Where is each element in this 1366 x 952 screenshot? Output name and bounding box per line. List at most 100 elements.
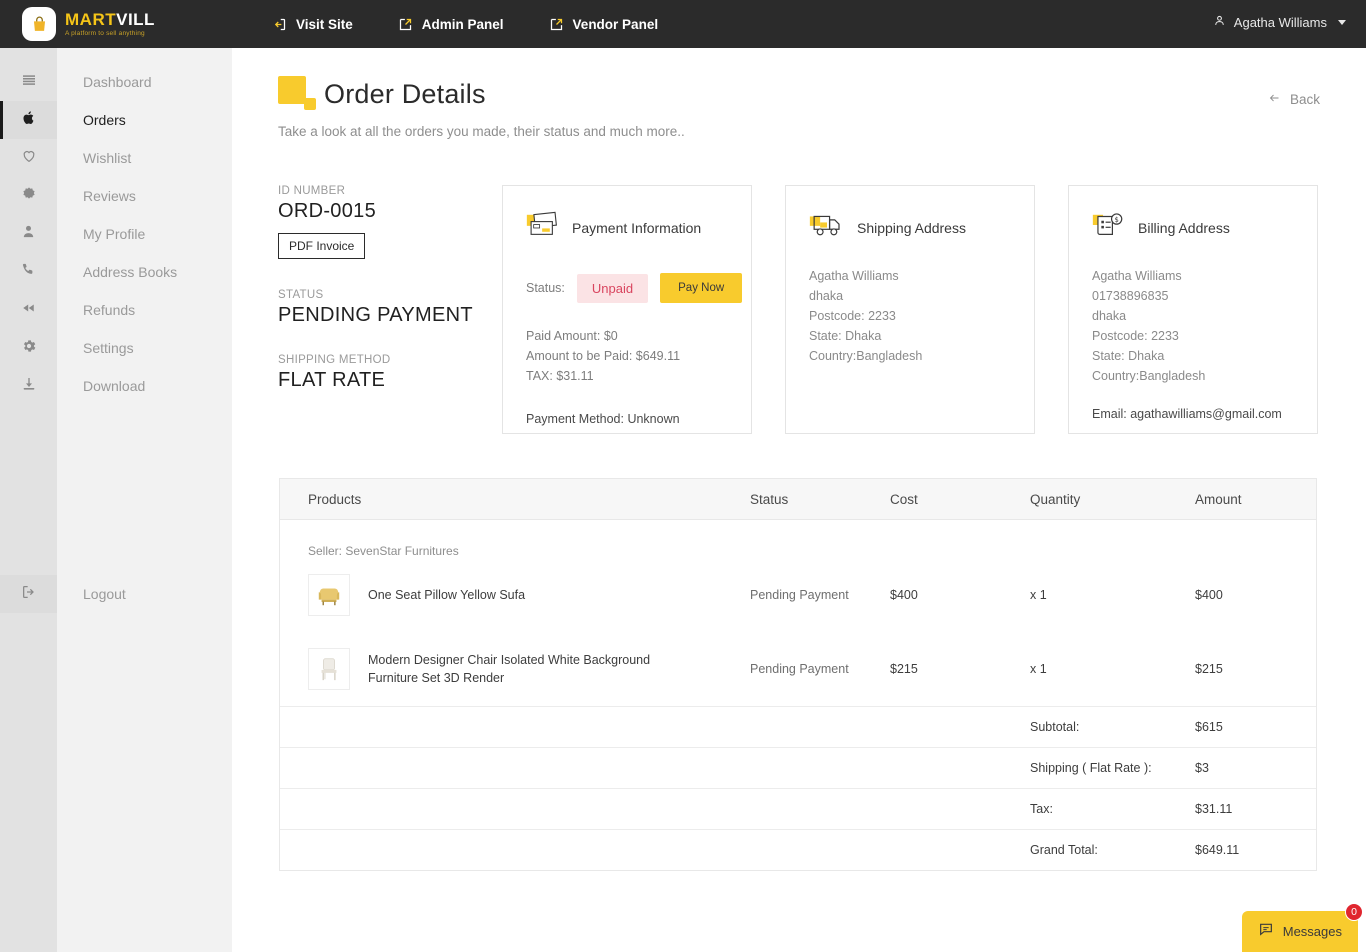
sidebar-item-download[interactable]: Download [57, 367, 232, 405]
pdf-invoice-button[interactable]: PDF Invoice [278, 233, 366, 259]
brand-tagline: A platform to sell anything [65, 29, 145, 37]
sidebar-item-wishlist[interactable]: Wishlist [57, 139, 232, 177]
main-content: Order Details Take a look at all the ord… [232, 48, 1366, 952]
sidebar-item-label: Download [83, 378, 146, 394]
payment-method: Payment Method: Unknown [526, 412, 680, 426]
amount-to-be-paid: Amount to be Paid: $649.11 [526, 349, 681, 363]
column-header-cost: Cost [890, 491, 918, 507]
white-chair-thumbnail [308, 648, 350, 690]
total-label: Subtotal: [1030, 720, 1080, 734]
nav-visit-site-label: Visit Site [296, 16, 353, 32]
sidebar-icon-address-books[interactable] [0, 253, 57, 291]
payment-status-badge: Unpaid [576, 273, 649, 303]
order-id-value: ORD-0015 [278, 200, 376, 222]
billing-line: Country:Bangladesh [1092, 369, 1206, 383]
nav-visit-site[interactable]: Visit Site [272, 17, 353, 32]
phone-icon [21, 262, 36, 282]
sidebar-item-dashboard[interactable]: Dashboard [57, 63, 232, 101]
list-lines-icon [21, 72, 37, 93]
sidebar-item-my-profile[interactable]: My Profile [57, 215, 232, 253]
sidebar-item-refunds[interactable]: Refunds [57, 291, 232, 329]
nav-admin-panel[interactable]: Admin Panel [398, 17, 504, 32]
sidebar-item-label: Dashboard [83, 74, 152, 90]
table-row[interactable]: One Seat Pillow Yellow Sufa Pending Paym… [280, 558, 1316, 632]
sidebar-icon-wishlist[interactable] [0, 139, 57, 177]
sidebar-item-label: Orders [83, 112, 126, 128]
tax-amount: TAX: $31.11 [526, 369, 594, 383]
total-value: $649.11 [1195, 843, 1240, 857]
sidebar-icon-my-profile[interactable] [0, 215, 57, 253]
shipping-line: Agatha Williams [809, 269, 899, 283]
logout-icon [21, 584, 37, 605]
column-header-amount: Amount [1195, 491, 1242, 507]
nav-admin-panel-label: Admin Panel [421, 16, 504, 32]
shipping-address-lines: Agatha Williams dhaka Postcode: 2233 Sta… [786, 244, 1034, 366]
pay-now-button[interactable]: Pay Now [660, 273, 743, 303]
user-menu[interactable]: Agatha Williams [1213, 14, 1346, 30]
sidebar-icon-reviews[interactable] [0, 177, 57, 215]
seller-label: Seller: SevenStar Furnitures [308, 544, 459, 558]
order-status-value: PENDING PAYMENT [278, 304, 473, 326]
product-name: One Seat Pillow Yellow Sufa [368, 588, 526, 602]
sidebar-item-label: Settings [83, 340, 134, 356]
sidebar-item-reviews[interactable]: Reviews [57, 177, 232, 215]
sidebar-item-label: My Profile [83, 226, 146, 242]
nav-vendor-panel[interactable]: Vendor Panel [549, 16, 659, 32]
page-header: Order Details Take a look at all the ord… [278, 76, 685, 139]
person-icon [1213, 14, 1226, 30]
back-button[interactable]: Back [1267, 92, 1320, 107]
back-button-label: Back [1289, 92, 1320, 107]
payment-information-card: Payment Information Status: Unpaid Pay N… [502, 185, 752, 434]
order-meta: ID NUMBER ORD-0015 PDF Invoice STATUS PE… [278, 185, 478, 392]
sidebar-item-label: Logout [83, 586, 126, 602]
user-menu-name: Agatha Williams [1233, 14, 1327, 30]
shipping-line: dhaka [809, 289, 844, 303]
nav-vendor-panel-label: Vendor Panel [572, 16, 659, 32]
total-label: Grand Total: [1030, 843, 1098, 857]
page-subtitle: Take a look at all the orders you made, … [278, 124, 685, 139]
payment-status-label: Status: [526, 281, 565, 295]
sidebar-item-settings[interactable]: Settings [57, 329, 232, 367]
sidebar-item-address-books[interactable]: Address Books [57, 253, 232, 291]
invoice-dollar-icon: $ [1092, 211, 1126, 244]
external-link-icon [549, 17, 564, 32]
sidebar-icon-rail [0, 48, 57, 952]
top-navigation: Visit Site Admin Panel Vendor Panel [272, 17, 658, 32]
product-amount: $400 [1195, 588, 1223, 602]
shipping-card-title: Shipping Address [857, 219, 966, 236]
product-name: Modern Designer Chair Isolated White Bac… [368, 653, 651, 685]
person-icon [21, 224, 36, 244]
billing-line: Postcode: 2233 [1092, 329, 1179, 343]
totals-row-tax: Tax: $31.11 [280, 788, 1316, 829]
page-title: Order Details [324, 79, 486, 109]
sidebar-menu-panel: Dashboard Orders Wishlist Reviews My Pro… [57, 48, 232, 952]
billing-line: State: Dhaka [1092, 349, 1165, 363]
billing-address-card: $ Billing Address Agatha Williams 017388… [1068, 185, 1318, 434]
table-row[interactable]: Modern Designer Chair Isolated White Bac… [280, 632, 1316, 706]
sidebar-icon-refunds[interactable] [0, 291, 57, 329]
shipping-line: Country:Bangladesh [809, 349, 923, 363]
sidebar-icon-logout[interactable] [0, 575, 57, 613]
external-link-icon [398, 17, 413, 32]
total-label: Tax: [1030, 802, 1053, 816]
credit-cards-icon [526, 211, 560, 244]
product-cost: $215 [890, 662, 918, 676]
brand-name-second: VILL [116, 9, 155, 29]
messages-widget[interactable]: Messages 0 [1241, 903, 1363, 952]
sidebar-item-label: Wishlist [83, 150, 132, 166]
sidebar-icon-download[interactable] [0, 367, 57, 405]
billing-email: Email: agathawilliams@gmail.com [1092, 407, 1282, 421]
arrow-left-icon [1267, 92, 1282, 107]
sidebar-icon-settings[interactable] [0, 329, 57, 367]
brand-logo[interactable]: MARTVILL A platform to sell anything [22, 7, 212, 41]
product-quantity: x 1 [1030, 588, 1047, 602]
gear-icon [21, 338, 37, 359]
sidebar-icon-dashboard[interactable] [0, 63, 57, 101]
badge-star-icon [21, 186, 37, 207]
sidebar-item-logout[interactable]: Logout [57, 575, 232, 613]
sidebar-icon-orders[interactable] [0, 101, 57, 139]
sidebar-item-orders[interactable]: Orders [57, 101, 232, 139]
total-label: Shipping ( Flat Rate ): [1030, 761, 1152, 775]
column-header-status: Status [750, 491, 789, 507]
billing-line: 01738896835 [1092, 289, 1169, 303]
